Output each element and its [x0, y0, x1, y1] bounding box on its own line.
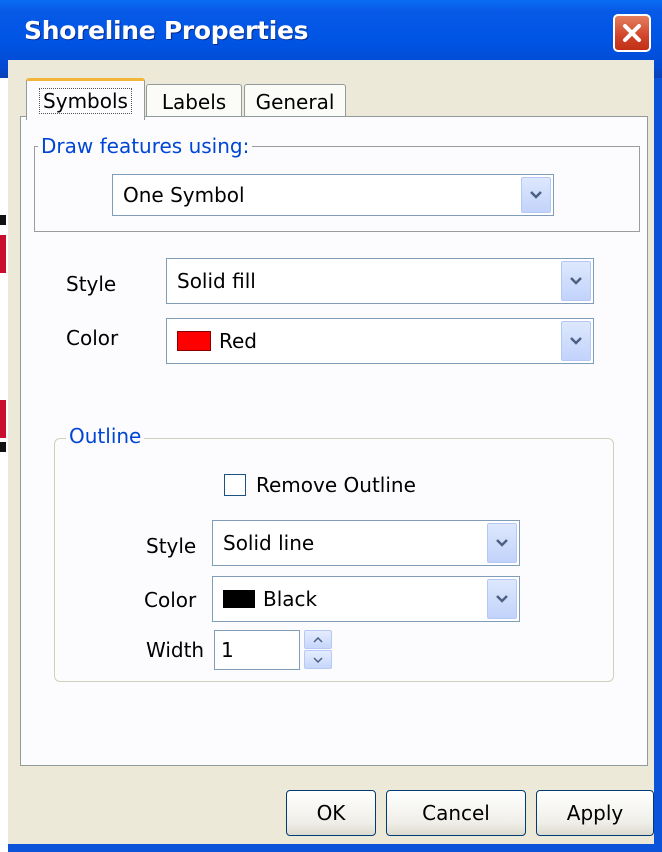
chevron-down-icon	[530, 191, 542, 199]
chevron-down-icon	[570, 277, 582, 285]
remove-outline-label[interactable]: Remove Outline	[256, 473, 416, 497]
outline-style-value: Solid line	[223, 531, 315, 555]
dropdown-button[interactable]	[561, 321, 591, 361]
properties-dialog: Shoreline Properties Symbols Labels Gene…	[0, 0, 662, 852]
spin-up-icon	[313, 636, 323, 643]
outline-width-label: Width	[146, 638, 205, 662]
fill-color-label: Color	[66, 326, 119, 350]
edge-mark	[0, 442, 6, 452]
edge-mark	[0, 215, 6, 225]
tab-symbols[interactable]: Symbols	[26, 78, 145, 120]
remove-outline-checkbox[interactable]	[224, 474, 246, 496]
tab-labels[interactable]: Labels	[146, 84, 242, 118]
close-button[interactable]	[613, 14, 651, 52]
tab-label: Labels	[161, 89, 227, 114]
outline-style-label: Style	[146, 534, 197, 558]
chevron-down-icon	[496, 595, 508, 603]
outline-style-select[interactable]: Solid line	[212, 520, 520, 566]
tab-label: Symbols	[39, 87, 132, 114]
outline-width-input[interactable]: 1	[214, 630, 300, 670]
fill-style-label: Style	[66, 272, 117, 296]
fill-style-value: Solid fill	[177, 269, 256, 293]
chevron-down-icon	[496, 539, 508, 547]
spin-down-icon	[313, 656, 323, 663]
fill-color-select[interactable]: Red	[166, 318, 594, 364]
dropdown-button[interactable]	[561, 261, 591, 301]
outline-legend: Outline	[66, 424, 145, 448]
outline-color-select[interactable]: Black	[212, 576, 520, 622]
dropdown-button[interactable]	[521, 177, 551, 213]
fill-style-select[interactable]: Solid fill	[166, 258, 594, 304]
edge-mark-red	[0, 235, 6, 273]
left-edge	[0, 60, 8, 852]
draw-features-select[interactable]: One Symbol	[112, 174, 554, 216]
cancel-button[interactable]: Cancel	[386, 790, 526, 836]
fill-color-value: Red	[219, 329, 257, 353]
draw-features-legend: Draw features using:	[38, 134, 253, 158]
spin-up-button[interactable]	[304, 630, 332, 649]
dropdown-button[interactable]	[487, 579, 517, 619]
tab-label: General	[255, 89, 335, 114]
fill-color-value-wrap: Red	[177, 319, 257, 363]
tab-general[interactable]: General	[244, 84, 346, 118]
apply-button[interactable]: Apply	[536, 790, 654, 836]
outline-color-label: Color	[144, 588, 197, 612]
close-icon	[623, 24, 641, 42]
outline-color-swatch	[223, 590, 255, 608]
dropdown-button[interactable]	[487, 523, 517, 563]
outline-color-value-wrap: Black	[223, 577, 317, 621]
window-title: Shoreline Properties	[24, 16, 309, 45]
draw-features-value: One Symbol	[123, 183, 245, 207]
outline-color-value: Black	[263, 587, 318, 611]
spin-down-button[interactable]	[304, 650, 332, 669]
chevron-down-icon	[570, 337, 582, 345]
edge-mark-red	[0, 400, 6, 438]
fill-color-swatch	[177, 331, 211, 351]
ok-button[interactable]: OK	[286, 790, 376, 836]
